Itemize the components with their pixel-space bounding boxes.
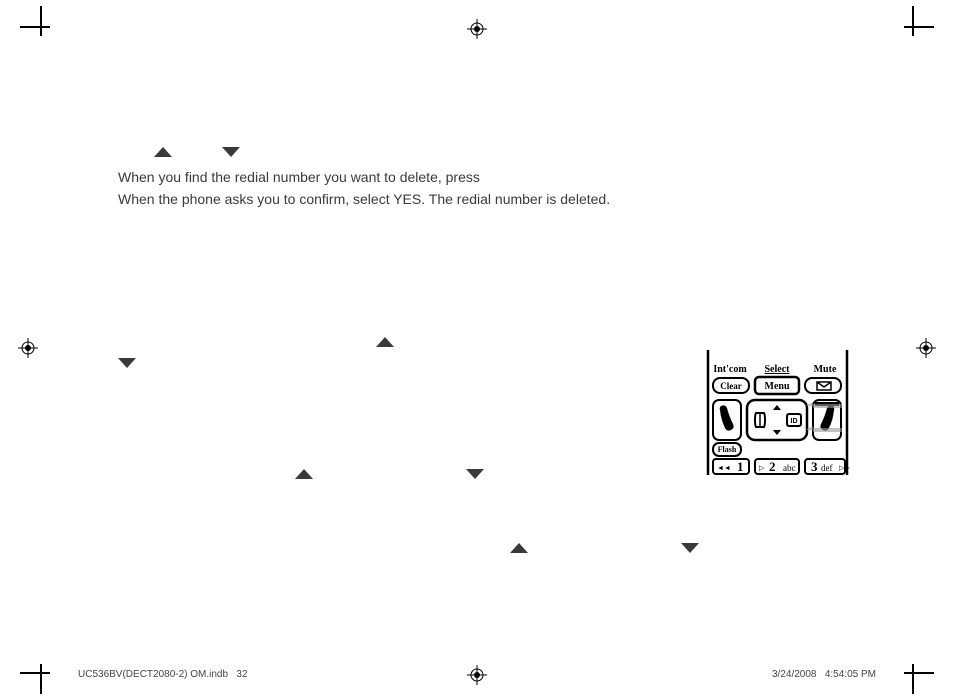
registration-mark-icon [467, 665, 487, 685]
up-arrow-icon [376, 337, 394, 347]
clear-label: Clear [720, 381, 742, 391]
key-3: 3 [811, 459, 818, 474]
registration-mark-icon [916, 338, 936, 358]
down-arrow-icon [466, 469, 484, 479]
footer-filename: UC536BV(DECT2080-2) OM.indb [78, 669, 228, 680]
intcom-label: Int'com [713, 364, 747, 375]
key-3-def: def [821, 463, 833, 473]
svg-text:▷: ▷ [759, 465, 765, 472]
body-line-1: When you find the redial number you want… [118, 166, 610, 188]
registration-mark-icon [18, 338, 38, 358]
crop-mark [20, 6, 50, 36]
svg-text:▷▷: ▷▷ [839, 465, 850, 472]
footer-left: UC536BV(DECT2080-2) OM.indb 32 [78, 669, 248, 680]
footer-page: 32 [236, 669, 247, 680]
key-1: 1 [737, 459, 744, 474]
up-arrow-icon [154, 147, 172, 157]
select-label: Select [765, 364, 791, 375]
down-arrow-icon [222, 147, 240, 157]
down-arrow-icon [681, 543, 699, 553]
body-line-2: When the phone asks you to confirm, sele… [118, 188, 610, 210]
mute-label: Mute [814, 364, 837, 375]
footer-date: 3/24/2008 [772, 669, 817, 680]
up-arrow-icon [510, 543, 528, 553]
footer-right: 3/24/2008 4:54:05 PM [772, 669, 876, 680]
down-arrow-icon [118, 358, 136, 368]
key-2: 2 [769, 459, 776, 474]
svg-text:ID: ID [791, 418, 798, 425]
crop-mark [20, 664, 50, 694]
key-2-abc: abc [783, 463, 796, 473]
registration-mark-icon [467, 19, 487, 39]
crop-mark [904, 6, 934, 36]
menu-label: Menu [765, 381, 790, 392]
crop-mark [904, 664, 934, 694]
phone-keypad-diagram: Int'com Select Mute Clear Menu [705, 350, 850, 480]
footer-time: 4:54:05 PM [825, 669, 876, 680]
svg-text:◄◄: ◄◄ [717, 465, 731, 472]
up-arrow-icon [295, 469, 313, 479]
flash-label: Flash [718, 445, 737, 454]
